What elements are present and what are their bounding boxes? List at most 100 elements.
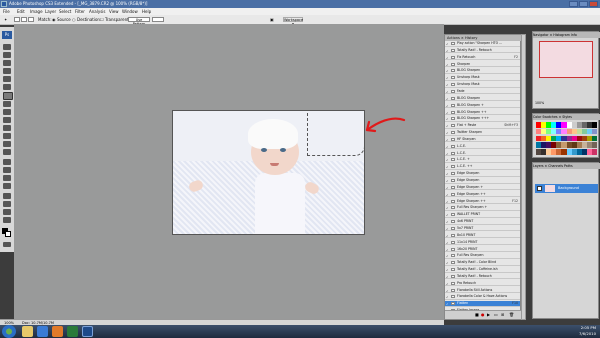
pattern-picker[interactable] — [152, 17, 164, 22]
dialog-toggle-box[interactable] — [451, 117, 455, 121]
patch-selection-marquee[interactable] — [307, 113, 364, 156]
action-row[interactable]: ✓ BLOG Sharpen + — [445, 103, 520, 109]
color-swatch[interactable] — [591, 135, 597, 142]
hand-tool-icon[interactable] — [3, 209, 11, 215]
trash-icon[interactable]: 🗑 — [509, 312, 514, 317]
action-toggle-check[interactable]: ✓ — [446, 158, 449, 162]
background-color-swatch[interactable] — [5, 231, 11, 237]
action-toggle-check[interactable]: ✓ — [446, 241, 449, 245]
minimize-button[interactable] — [569, 1, 578, 7]
dialog-toggle-box[interactable] — [451, 213, 455, 217]
subtract-selection-button[interactable] — [28, 17, 34, 22]
blur-tool-icon[interactable] — [3, 141, 11, 147]
action-toggle-check[interactable]: ✓ — [446, 282, 449, 286]
dialog-toggle-box[interactable] — [451, 226, 455, 230]
menu-help[interactable]: Help — [142, 8, 151, 15]
transparent-checkbox[interactable]: ☐ — [100, 15, 104, 24]
action-toggle-check[interactable]: ✓ — [446, 213, 449, 217]
action-toggle-check[interactable]: ✓ — [446, 289, 449, 293]
new-action-icon[interactable]: ⊞ — [501, 312, 504, 317]
dialog-toggle-box[interactable] — [451, 233, 455, 237]
dialog-toggle-box[interactable] — [451, 69, 455, 73]
action-row[interactable]: ✓ Totally Rad! - Retouch — [445, 274, 520, 280]
action-toggle-check[interactable]: ✓ — [446, 234, 449, 238]
action-row[interactable]: ✓ Unsharp Mask — [445, 75, 520, 81]
action-toggle-check[interactable]: ✓ — [446, 138, 449, 142]
new-selection-button[interactable] — [14, 17, 20, 22]
action-toggle-check[interactable]: ✓ — [446, 124, 449, 128]
dialog-toggle-box[interactable] — [451, 158, 455, 162]
dialog-toggle-box[interactable] — [451, 274, 455, 278]
action-toggle-check[interactable]: ✓ — [446, 63, 449, 67]
action-row[interactable]: ✓ Fix Retouch F2 — [445, 55, 520, 61]
action-toggle-check[interactable]: ✓ — [446, 83, 449, 87]
action-toggle-check[interactable]: ✓ — [446, 227, 449, 231]
action-toggle-check[interactable]: ✓ — [446, 152, 449, 156]
action-row[interactable]: ✓ Full Res Sharpen — [445, 253, 520, 259]
new-set-icon[interactable]: ▭ — [494, 312, 498, 317]
crop-tool-icon[interactable] — [3, 76, 11, 82]
action-toggle-check[interactable]: ✓ — [446, 145, 449, 149]
action-row[interactable]: ✓ Florabella Color & Haze Actions — [445, 294, 520, 300]
dialog-toggle-box[interactable] — [451, 62, 455, 66]
action-row[interactable]: ✓ Flat + Paste Shift+F3 — [445, 123, 520, 129]
action-row[interactable]: ✓ Play action "Sharpen HTO ... — [445, 41, 520, 47]
dialog-toggle-box[interactable] — [451, 103, 455, 107]
action-toggle-check[interactable]: ✓ — [446, 200, 449, 204]
action-toggle-check[interactable]: ✓ — [446, 104, 449, 108]
menu-layer[interactable]: Layer — [45, 8, 56, 15]
dialog-toggle-box[interactable] — [451, 179, 455, 182]
dialog-toggle-box[interactable] — [451, 48, 455, 52]
action-row[interactable]: ✓ Edge Sharpen ++ — [445, 192, 520, 198]
clone-stamp-tool-icon[interactable] — [3, 109, 11, 115]
action-row[interactable]: ✓ Edge Sharpen ++ F12 — [445, 199, 520, 205]
action-toggle-check[interactable]: ✓ — [446, 193, 449, 197]
menu-analysis[interactable]: Analysis — [89, 8, 105, 15]
move-tool-icon[interactable] — [3, 44, 11, 50]
dialog-toggle-box[interactable] — [451, 110, 455, 114]
action-toggle-check[interactable]: ✓ — [446, 49, 449, 53]
action-row[interactable]: ✓ Edge Sharpen — [445, 171, 520, 177]
background-layer-row[interactable]: Background — [535, 184, 598, 193]
start-button[interactable] — [2, 325, 16, 338]
dialog-toggle-box[interactable] — [451, 206, 455, 210]
action-toggle-check[interactable]: ✓ — [446, 248, 449, 252]
menu-filter[interactable]: Filter — [75, 8, 85, 15]
action-row[interactable]: ✓ Totally Rad! - Color Blind — [445, 260, 520, 266]
navigator-zoom[interactable]: 100% — [535, 100, 598, 107]
action-row[interactable]: ✓ L.C.E. — [445, 144, 520, 150]
action-row[interactable]: ✓ Twitter Sharpen — [445, 130, 520, 136]
action-toggle-check[interactable]: ✓ — [446, 69, 449, 73]
photoshop-taskbar-icon[interactable] — [82, 326, 93, 337]
action-toggle-check[interactable]: ✓ — [446, 131, 449, 135]
firefox-icon[interactable] — [52, 326, 63, 337]
action-toggle-check[interactable]: ✓ — [446, 302, 449, 306]
dialog-toggle-box[interactable] — [451, 240, 455, 244]
notes-tool-icon[interactable] — [3, 193, 11, 199]
action-row[interactable]: ✓ Edge Sharpen + — [445, 185, 520, 191]
dialog-toggle-box[interactable] — [451, 295, 455, 299]
dialog-toggle-box[interactable] — [451, 268, 455, 272]
layers-panel-tabs[interactable]: Layers × Channels Paths — [533, 163, 600, 169]
use-pattern-button[interactable]: Use Pattern — [128, 17, 150, 26]
patch-tool-icon-active[interactable] — [3, 92, 13, 100]
action-row[interactable]: ✓ Totally Rad! - Caffeine.ish — [445, 267, 520, 273]
action-row[interactable]: ✓ L.C.E. ++ — [445, 164, 520, 170]
dialog-toggle-box[interactable] — [451, 247, 455, 251]
actions-scrollbar[interactable] — [521, 34, 526, 320]
action-row[interactable]: ✓ BLOG Sharpen +++ — [445, 116, 520, 122]
eraser-tool-icon[interactable] — [3, 125, 11, 131]
navigator-thumbnail[interactable] — [539, 41, 593, 78]
action-toggle-check[interactable]: ✓ — [446, 268, 449, 272]
action-toggle-check[interactable]: ✓ — [446, 117, 449, 121]
action-row[interactable]: ✓ BLOG Sharpen ++ — [445, 110, 520, 115]
action-toggle-check[interactable]: ✓ — [446, 111, 449, 115]
action-row[interactable]: ✓ 8x10 PRINT — [445, 233, 520, 239]
dialog-toggle-box[interactable] — [451, 144, 455, 148]
color-swatch[interactable] — [591, 149, 597, 155]
swatch-grid[interactable] — [536, 122, 597, 156]
close-button[interactable] — [589, 1, 598, 7]
navigator-tabs[interactable]: Navigator × Histogram Info — [533, 32, 600, 38]
action-toggle-check[interactable]: ✓ — [446, 261, 449, 265]
action-row[interactable]: ✓ BLOG Sharpen — [445, 96, 520, 102]
